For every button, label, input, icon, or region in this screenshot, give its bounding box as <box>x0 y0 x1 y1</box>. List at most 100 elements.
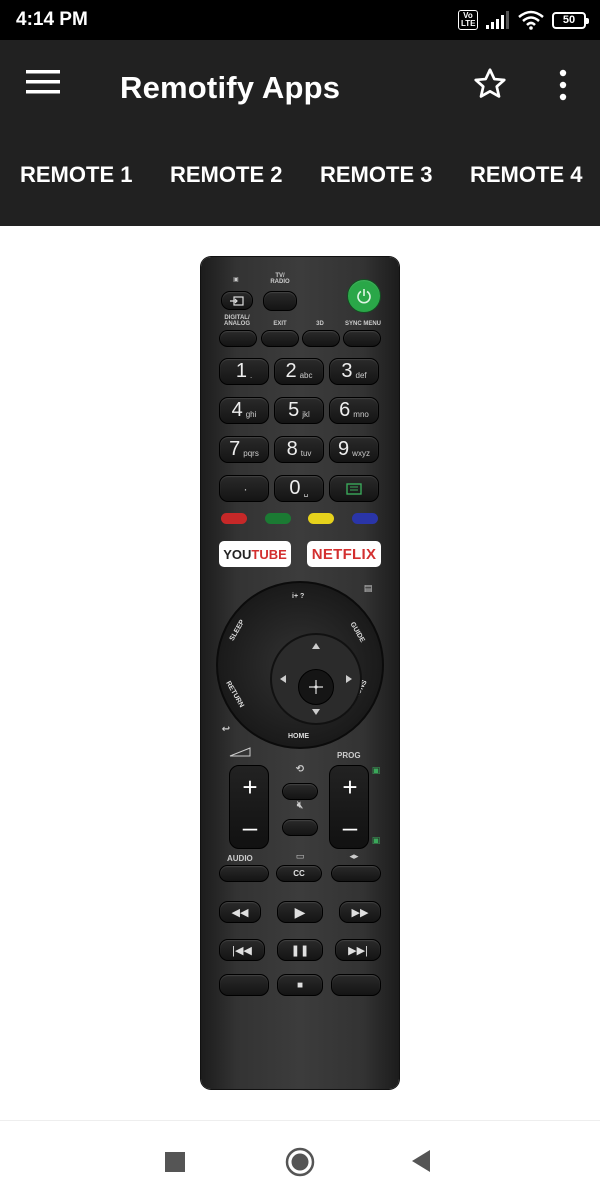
more-vert-icon <box>559 69 567 101</box>
netflix-button[interactable]: NETFLIX <box>307 541 381 567</box>
yellow-button[interactable] <box>308 513 334 524</box>
program-rocker[interactable]: + – <box>329 765 369 849</box>
favorite-button[interactable] <box>472 66 514 108</box>
prog-up-indicator-icon: ▣ <box>371 765 381 775</box>
remote-tabs: REMOTE 1 REMOTE 2 REMOTE 3 REMOTE 4 <box>0 138 600 226</box>
tab-remote-3[interactable]: REMOTE 3 <box>320 162 432 188</box>
stop-icon: ■ <box>296 979 304 991</box>
jump-icon: ⟲ <box>295 764 305 775</box>
number-3-button[interactable]: 3 def <box>329 358 379 385</box>
blue-button[interactable] <box>352 513 378 524</box>
jump-button[interactable] <box>282 783 318 800</box>
return-label: RETURN <box>224 680 245 709</box>
rewind-button[interactable]: ◀◀ <box>219 901 261 923</box>
more-options-button[interactable] <box>548 68 578 110</box>
sync-menu-label: SYNC MENU <box>344 321 381 327</box>
audio-button[interactable] <box>219 865 269 882</box>
back-arrow-icon: ↩ <box>221 724 231 735</box>
next-button[interactable]: ▶▶| <box>335 939 381 961</box>
back-icon[interactable] <box>410 1149 432 1173</box>
input-button[interactable] <box>221 291 253 310</box>
digital-analog-label: DIGITAL/ ANALOG <box>224 315 250 327</box>
play-icon: ▶ <box>294 903 306 920</box>
red-button[interactable] <box>221 513 247 524</box>
menu-icon <box>26 70 60 94</box>
wifi-icon <box>518 10 544 30</box>
volume-up-icon: + <box>242 772 258 802</box>
volume-icon <box>229 747 251 757</box>
mute-icon: 🔇︎ <box>296 800 304 811</box>
3d-button[interactable] <box>302 330 340 347</box>
sleep-label: SLEEP <box>228 618 247 643</box>
status-time: 4:14 PM <box>16 9 88 30</box>
signal-icon <box>486 11 509 29</box>
previous-button[interactable]: |◀◀ <box>219 939 265 961</box>
youtube-button[interactable]: YOU TUBE <box>219 541 291 567</box>
digital-analog-button[interactable] <box>219 330 257 347</box>
volume-rocker[interactable]: + – <box>229 765 269 849</box>
subtitle-icon: ▤ <box>363 583 373 593</box>
input-icon <box>230 295 244 306</box>
sound-icon: ◂▸ <box>349 851 359 861</box>
home-icon[interactable] <box>285 1147 315 1177</box>
ok-cross-icon <box>309 680 323 694</box>
status-bar: 4:14 PM Vo LTE 50 <box>0 0 600 40</box>
dot-button[interactable]: · <box>219 475 269 502</box>
sync-menu-button[interactable] <box>343 330 381 347</box>
audio-label: AUDIO <box>227 854 253 863</box>
small-indicator-icon: ▣ <box>233 277 239 283</box>
star-icon <box>474 68 506 98</box>
sound-button[interactable] <box>331 865 381 882</box>
subtitle-toggle-icon: ▭ <box>295 851 305 861</box>
number-1-button[interactable]: 1. <box>219 358 269 385</box>
home-label: HOME <box>288 733 309 740</box>
exit-label: EXIT <box>273 321 287 327</box>
cc-button[interactable]: CC <box>276 865 322 882</box>
prog-down-indicator-icon: ▣ <box>371 835 381 845</box>
rewind-icon: ◀◀ <box>231 906 249 919</box>
tab-remote-4[interactable]: REMOTE 4 <box>470 162 582 188</box>
tv-radio-button[interactable] <box>263 291 297 311</box>
number-4-button[interactable]: 4 ghi <box>219 397 269 424</box>
system-nav-bar <box>0 1120 600 1200</box>
power-button[interactable] <box>347 279 381 313</box>
navigation-ring[interactable]: i+ ? SLEEP GUIDE RETURN OPTIONS HOME <box>216 581 384 749</box>
number-6-button[interactable]: 6 mno <box>329 397 379 424</box>
number-9-button[interactable]: 9 wxyz <box>329 436 379 463</box>
ok-button[interactable] <box>298 669 334 705</box>
3d-label: 3D <box>316 321 324 327</box>
green-button[interactable] <box>265 513 291 524</box>
app-bar: Remotify Apps <box>0 40 600 138</box>
tv-radio-label: TV/ RADIO <box>270 273 290 285</box>
exit-button[interactable] <box>261 330 299 347</box>
record-button[interactable] <box>219 974 269 996</box>
info-label: i+ ? <box>292 593 305 600</box>
play-button[interactable]: ▶ <box>277 901 323 923</box>
volte-icon: Vo LTE <box>458 10 478 30</box>
prog-label: PROG <box>337 751 361 760</box>
mute-button[interactable] <box>282 819 318 836</box>
number-7-button[interactable]: 7 pqrs <box>219 436 269 463</box>
fast-forward-icon: ▶▶ <box>351 906 369 919</box>
next-icon: ▶▶| <box>348 944 368 957</box>
extra-button[interactable] <box>331 974 381 996</box>
power-icon <box>357 289 371 304</box>
remote-control: ▣ TV/ RADIO DIGITAL/ ANALOG EXIT 3D SYNC… <box>201 257 399 1089</box>
teletext-icon <box>346 482 362 495</box>
fast-forward-button[interactable]: ▶▶ <box>339 901 381 923</box>
number-2-button[interactable]: 2 abc <box>274 358 324 385</box>
status-icons: Vo LTE 50 <box>458 8 589 32</box>
menu-button[interactable] <box>26 70 68 106</box>
recents-icon[interactable] <box>165 1152 185 1172</box>
stop-button[interactable]: ■ <box>277 974 323 996</box>
pause-button[interactable]: ❚❚ <box>277 939 323 961</box>
number-8-button[interactable]: 8 tuv <box>274 436 324 463</box>
previous-icon: |◀◀ <box>232 944 252 957</box>
number-0-button[interactable]: 0 ␣ <box>274 475 324 502</box>
app-title: Remotify Apps <box>120 70 341 105</box>
battery-icon: 50 <box>552 11 589 29</box>
teletext-button[interactable] <box>329 475 379 502</box>
number-5-button[interactable]: 5 jkl <box>274 397 324 424</box>
tab-remote-2[interactable]: REMOTE 2 <box>170 162 282 188</box>
tab-remote-1[interactable]: REMOTE 1 <box>20 162 132 188</box>
